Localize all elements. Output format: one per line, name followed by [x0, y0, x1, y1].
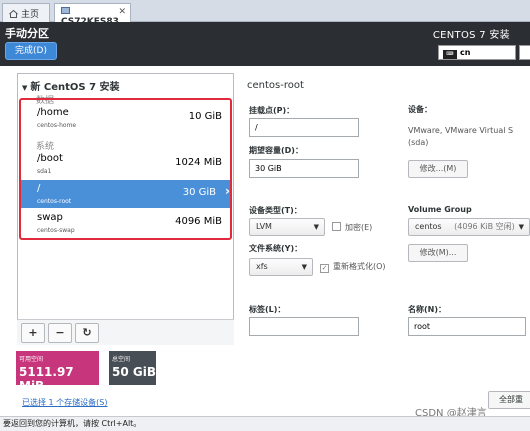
available-space-label: 可用空间	[19, 356, 44, 363]
partition-row-root[interactable]: / centos-root 30 GiB ›	[21, 180, 230, 208]
tag-input[interactable]	[249, 317, 359, 336]
keyboard-layout-indicator[interactable]: ⌨ cn	[438, 45, 516, 60]
tag-label: 标签(L)：	[249, 305, 286, 314]
device-type-value: LVM	[256, 222, 272, 231]
done-button[interactable]: 完成(D)	[5, 42, 57, 60]
reset-all-button[interactable]: 全部重	[488, 391, 530, 409]
chevron-right-icon: ›	[225, 184, 230, 198]
device-type-select[interactable]: LVM ▼	[249, 218, 325, 236]
partition-device: centos-root	[37, 198, 72, 205]
status-bar: 要返回到您的计算机，请按 Ctrl+Alt。	[0, 416, 530, 431]
available-space-value: 5111.97 MiB	[19, 365, 74, 393]
keyboard-icon: ⌨	[443, 50, 457, 59]
anaconda-header: 手动分区 完成(D) CENTOS 7 安装 ⌨ cn	[0, 22, 530, 66]
partition-row-home[interactable]: /home centos-home 10 GiB	[21, 104, 230, 132]
partition-name: /	[37, 183, 41, 194]
partition-size: 30 GiB	[182, 187, 216, 198]
partition-list-panel: ▼ 新 CentOS 7 安装 数据 /home centos-home 10 G…	[17, 73, 234, 345]
partition-device: centos-home	[37, 122, 77, 129]
available-space-badge: 可用空间 5111.97 MiB	[16, 351, 99, 393]
total-space-badge: 总空间 50 GiB	[109, 351, 156, 385]
close-icon[interactable]: ✕	[118, 7, 126, 17]
chevron-down-icon: ▼	[313, 223, 319, 231]
device-type-label: 设备类型(T)：	[249, 206, 302, 215]
partition-size: 1024 MiB	[175, 157, 222, 168]
keyboard-layout-label: cn	[460, 48, 471, 57]
mount-point-label: 挂载点(P)：	[249, 106, 295, 115]
device-sda: (sda)	[408, 138, 429, 147]
partition-name: swap	[37, 212, 63, 223]
checkmark-icon: ✓	[320, 264, 329, 273]
home-icon	[9, 9, 18, 18]
details-title: centos-root	[247, 80, 304, 91]
partition-name: /home	[37, 107, 69, 118]
encrypt-label: 加密(E)	[345, 223, 373, 232]
help-button[interactable]	[519, 45, 530, 60]
refresh-icon[interactable]: ↻	[75, 323, 99, 343]
total-space-label: 总空间	[112, 356, 131, 363]
chevron-down-icon: ▼	[518, 223, 524, 231]
filesystem-select[interactable]: xfs ▼	[249, 258, 313, 276]
partition-device: centos-swap	[37, 227, 75, 234]
total-space-value: 50 GiB	[112, 365, 156, 379]
install-title-label: 新 CentOS 7 安装	[30, 82, 120, 93]
capacity-input[interactable]: 30 GiB	[249, 159, 359, 178]
tab-vm[interactable]: CS72KES83 ✕	[54, 3, 131, 27]
checkbox-icon	[332, 222, 341, 231]
volume-group-select[interactable]: centos (4096 KiB 空闲) ▼	[408, 218, 530, 236]
name-label: 名称(N)：	[408, 305, 447, 314]
selected-devices-link[interactable]: 已选择 1 个存储设备(S)	[22, 397, 108, 408]
filesystem-value: xfs	[256, 262, 268, 271]
partition-name: /boot	[37, 153, 63, 164]
volume-group-free: (4096 KiB 空闲)	[454, 222, 515, 231]
partition-device: sda1	[37, 168, 52, 175]
volume-group-label: Volume Group	[408, 205, 472, 214]
page-title: 手动分区	[5, 27, 49, 40]
partition-row-boot[interactable]: /boot sda1 1024 MiB	[21, 150, 230, 178]
chevron-down-icon: ▼	[301, 263, 307, 271]
mount-point-input[interactable]: /	[249, 118, 359, 137]
partition-row-swap[interactable]: swap centos-swap 4096 MiB	[21, 209, 230, 237]
vm-icon	[61, 7, 70, 15]
remove-partition-button[interactable]: −	[48, 323, 72, 343]
install-expander[interactable]: ▼ 新 CentOS 7 安装	[22, 78, 120, 93]
product-title: CENTOS 7 安装	[432, 30, 510, 41]
modify-device-button[interactable]: 修改...(M)	[408, 160, 468, 178]
encrypt-checkbox[interactable]: 加密(E)	[332, 222, 372, 233]
device-value: VMware, VMware Virtual S	[408, 126, 514, 135]
device-label: 设备：	[408, 105, 432, 114]
name-input[interactable]: root	[408, 317, 526, 336]
capacity-label: 期望容量(D)：	[249, 146, 303, 155]
partition-size: 4096 MiB	[175, 216, 222, 227]
vm-tab-bar: 主页 CS72KES83 ✕	[0, 0, 530, 27]
modify-volume-group-button[interactable]: 修改(M)...	[408, 244, 468, 262]
partition-size: 10 GiB	[188, 111, 222, 122]
tab-home-label: 主页	[21, 10, 40, 20]
partition-toolbar: + − ↻	[17, 319, 234, 345]
expander-down-icon: ▼	[22, 84, 28, 92]
tab-home[interactable]: 主页	[2, 3, 50, 22]
volume-group-value: centos	[415, 222, 442, 231]
reformat-label: 重新格式化(O)	[333, 262, 386, 271]
filesystem-label: 文件系统(Y)：	[249, 244, 303, 253]
add-partition-button[interactable]: +	[21, 323, 45, 343]
reformat-checkbox[interactable]: ✓ 重新格式化(O)	[320, 261, 386, 273]
